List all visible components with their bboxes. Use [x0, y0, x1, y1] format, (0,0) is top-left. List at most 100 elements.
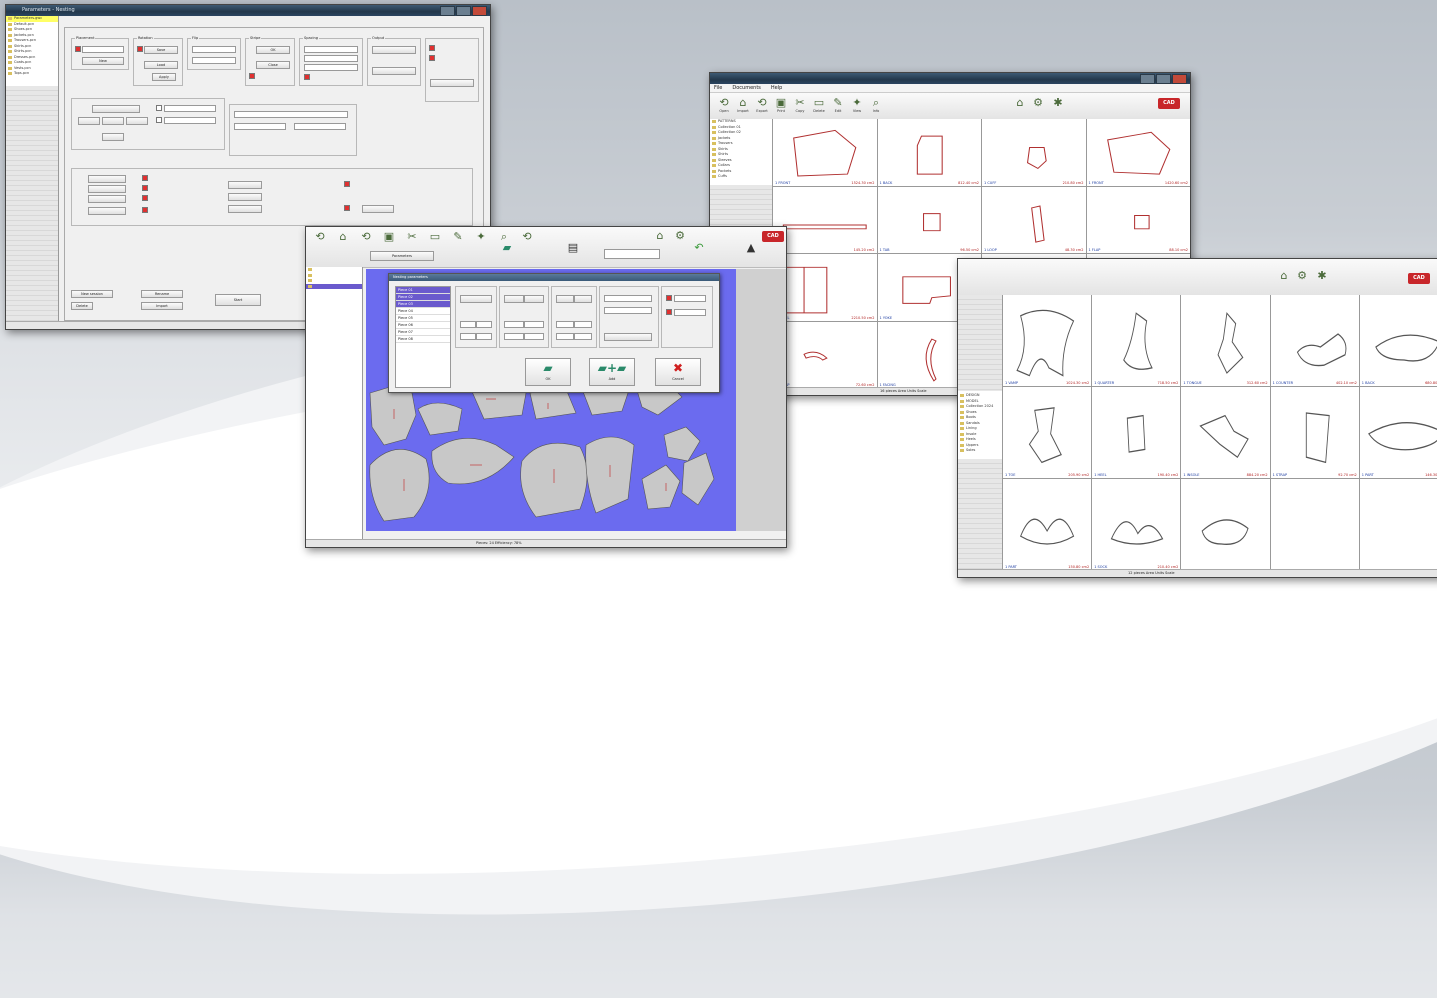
thumbnail-cell[interactable]: 1 COUNTER 402.10 cm2 [1270, 295, 1359, 386]
thumbnail-cell[interactable] [1270, 479, 1359, 570]
field[interactable] [294, 123, 346, 130]
maximize-button[interactable] [1156, 74, 1171, 84]
field[interactable] [524, 333, 544, 340]
minimize-button[interactable] [440, 6, 455, 16]
checkbox[interactable] [429, 45, 435, 51]
field[interactable] [504, 321, 524, 328]
checkbox[interactable] [156, 105, 162, 111]
settings-icon[interactable]: ✱ [1050, 96, 1066, 115]
button[interactable] [430, 79, 474, 87]
field[interactable] [556, 333, 574, 340]
list-item[interactable]: Piece 07 [396, 329, 450, 336]
piece-list[interactable]: Piece 01 Piece 02 Piece 03 Piece 04 Piece 05… [395, 286, 451, 388]
toolbar-button-redo[interactable]: ⌕ [496, 230, 512, 249]
list-item[interactable]: Piece 01 [396, 287, 450, 294]
button[interactable] [228, 193, 262, 201]
button[interactable] [524, 295, 544, 303]
field[interactable] [192, 46, 236, 53]
layer-list[interactable] [306, 267, 363, 291]
button[interactable]: Save [144, 46, 178, 54]
import-button[interactable]: Import [141, 302, 183, 310]
button[interactable] [372, 46, 416, 54]
nesting-canvas[interactable]: Nesting parameters Piece 01 Piece 02 Piece… [366, 269, 736, 531]
list-item[interactable]: Piece 05 [396, 315, 450, 322]
tree-item[interactable]: Soles [958, 448, 1002, 454]
field[interactable] [164, 105, 216, 112]
field[interactable] [524, 321, 544, 328]
checkbox[interactable] [156, 117, 162, 123]
cancel-button[interactable]: ✖ Cancel [655, 358, 701, 386]
menu-item[interactable]: Documents [732, 84, 761, 92]
button[interactable]: Close [256, 61, 290, 69]
checkbox[interactable] [344, 181, 350, 187]
button[interactable] [126, 117, 148, 125]
toolbar-button-edit[interactable]: ✎ Edit [830, 96, 846, 115]
preset-list[interactable]: Parameters.gwc Default.pcn Shoes.pcn Jacket… [6, 16, 59, 321]
menu-item[interactable]: Help [771, 84, 782, 92]
button[interactable] [78, 117, 100, 125]
zoom-field[interactable] [604, 249, 660, 259]
toolbar-button-save[interactable]: ⌂ [335, 230, 351, 249]
undo-icon[interactable]: ↶ [684, 241, 714, 260]
shoe-icon[interactable]: ⌂ [1012, 96, 1028, 115]
toolbar-button-info[interactable]: ⌕ Info [868, 96, 884, 115]
checkbox[interactable] [304, 74, 310, 80]
list-item[interactable]: Piece 03 [396, 301, 450, 308]
new-session-button[interactable]: New session [71, 290, 113, 298]
thumbnail-cell[interactable]: 1 PART146.30 cm2 [1359, 387, 1437, 478]
close-button[interactable] [1172, 74, 1187, 84]
button[interactable] [604, 333, 652, 341]
field[interactable] [234, 111, 348, 118]
button[interactable] [88, 175, 126, 183]
thumbnail-cell[interactable]: 1 VAMP 1024.30 cm2 [1003, 295, 1092, 386]
field[interactable] [604, 307, 652, 314]
button[interactable] [102, 117, 124, 125]
field[interactable] [192, 57, 236, 64]
thumbnail-cell[interactable]: 1 PANEL2210.50 cm2 [773, 254, 877, 321]
list-item[interactable] [306, 283, 362, 289]
thumbnail-cell[interactable]: 1 CUFF 210.80 cm2 [982, 119, 1086, 186]
field[interactable] [460, 333, 476, 340]
button[interactable] [504, 295, 524, 303]
button[interactable]: Load [144, 61, 178, 69]
close-button[interactable] [472, 6, 487, 16]
thumbnail-cell[interactable] [1181, 479, 1270, 570]
start-button[interactable]: Start [215, 294, 261, 306]
rename-button[interactable]: Rename [141, 290, 183, 298]
shape-icon[interactable]: ▲ [736, 241, 766, 260]
toolbar-button-copy[interactable]: ✂ Copy [792, 96, 808, 115]
delete-button[interactable]: Delete [71, 302, 93, 310]
thumbnail-cell[interactable]: 1 INSOLE 884.20 cm2 [1181, 387, 1270, 478]
field[interactable] [304, 55, 358, 62]
button[interactable]: Apply [152, 73, 176, 81]
list-item[interactable]: Piece 06 [396, 322, 450, 329]
button[interactable] [88, 207, 126, 215]
menu-item[interactable]: File [714, 84, 722, 92]
button[interactable] [372, 67, 416, 75]
field[interactable] [556, 321, 574, 328]
checkbox[interactable] [344, 205, 350, 211]
button[interactable] [556, 295, 574, 303]
toolbar-button-grid[interactable]: ▭ [427, 230, 443, 249]
button[interactable] [88, 185, 126, 193]
toolbar-button-import[interactable]: ⌂ Import [735, 96, 751, 115]
button[interactable] [88, 195, 126, 203]
gear-icon[interactable]: ⚙ [672, 229, 688, 248]
toolbar-button-rotate[interactable]: ⟲ [358, 230, 374, 249]
gear-icon[interactable]: ⚙ [1030, 96, 1046, 115]
toolbar-button-delete[interactable]: ▭ Delete [811, 96, 827, 115]
toolbar-button-print[interactable]: ▣ Print [773, 96, 789, 115]
checkbox[interactable] [137, 46, 143, 52]
list-item[interactable]: Piece 04 [396, 308, 450, 315]
tree-item[interactable]: Cuffs [710, 174, 772, 180]
thumbnail-cell[interactable] [1359, 479, 1437, 570]
field[interactable] [604, 295, 652, 302]
shoe-icon[interactable]: ⌂ [1276, 269, 1292, 288]
checkbox[interactable] [666, 295, 672, 301]
field[interactable] [164, 117, 216, 124]
toolbar-button-flip[interactable]: ▣ [381, 230, 397, 249]
checkbox[interactable] [75, 46, 81, 52]
thumbnail-cell[interactable]: 1 BACK 812.40 cm2 [877, 119, 981, 186]
thumbnail-cell[interactable]: 1 TAB 96.50 cm2 [877, 186, 981, 253]
field[interactable] [476, 321, 492, 328]
